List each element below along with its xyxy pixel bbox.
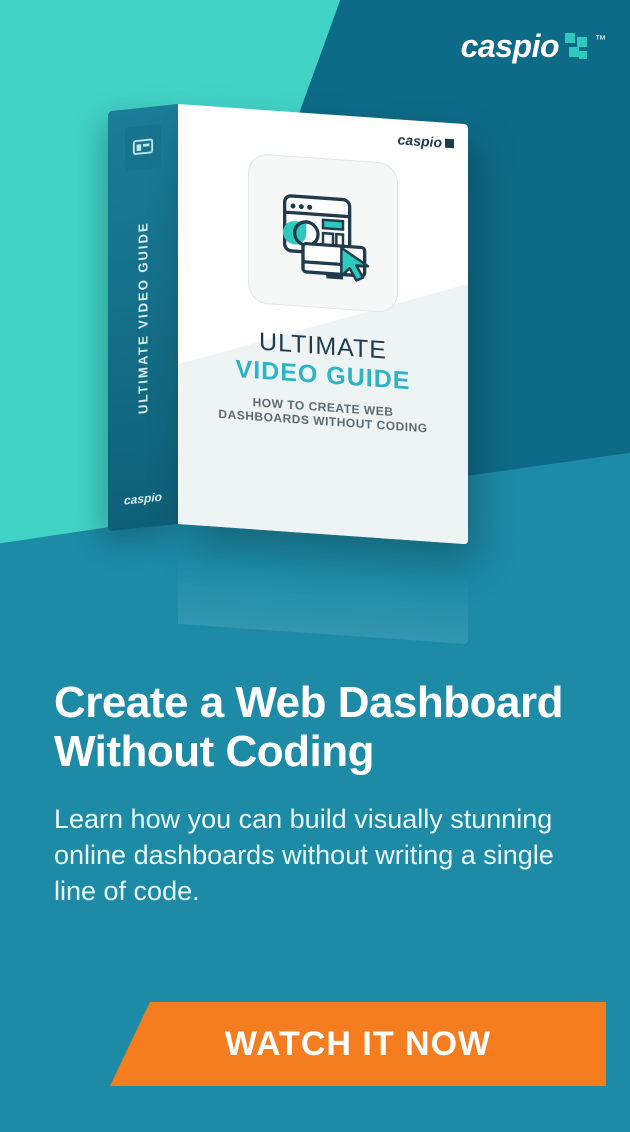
box-spine: ULTIMATE VIDEO GUIDE caspio [108, 104, 178, 531]
product-box: ULTIMATE VIDEO GUIDE caspio caspio [108, 104, 478, 544]
box-front-logo: caspio [398, 131, 454, 151]
box-reflection [178, 524, 468, 644]
trademark-symbol: ™ [595, 34, 606, 46]
brand-logo: caspio ™ [461, 28, 606, 65]
box-front: caspio [178, 104, 468, 544]
spine-logo: caspio [124, 490, 162, 508]
box-front-logo-text: caspio [398, 131, 442, 150]
promo-banner: caspio ™ ULTIMATE VIDEO GUIDE caspio cas… [0, 0, 630, 1132]
brand-glyph-icon [565, 33, 589, 61]
brand-name: caspio [461, 28, 559, 65]
watch-now-button[interactable]: WATCH IT NOW [110, 1002, 606, 1086]
dashboard-cursor-icon [248, 153, 398, 313]
box-front-text: ULTIMATE VIDEO GUIDE HOW TO CREATE WEB D… [178, 322, 468, 438]
spine-dashboard-icon [125, 124, 161, 172]
box-front-glyph-icon [445, 138, 454, 148]
body-text: Learn how you can build visually stunnin… [54, 801, 576, 910]
ad-copy: Create a Web Dashboard Without Coding Le… [54, 678, 576, 910]
spine-title: ULTIMATE VIDEO GUIDE [136, 221, 151, 415]
cta-label: WATCH IT NOW [225, 1025, 491, 1064]
headline: Create a Web Dashboard Without Coding [54, 678, 576, 777]
